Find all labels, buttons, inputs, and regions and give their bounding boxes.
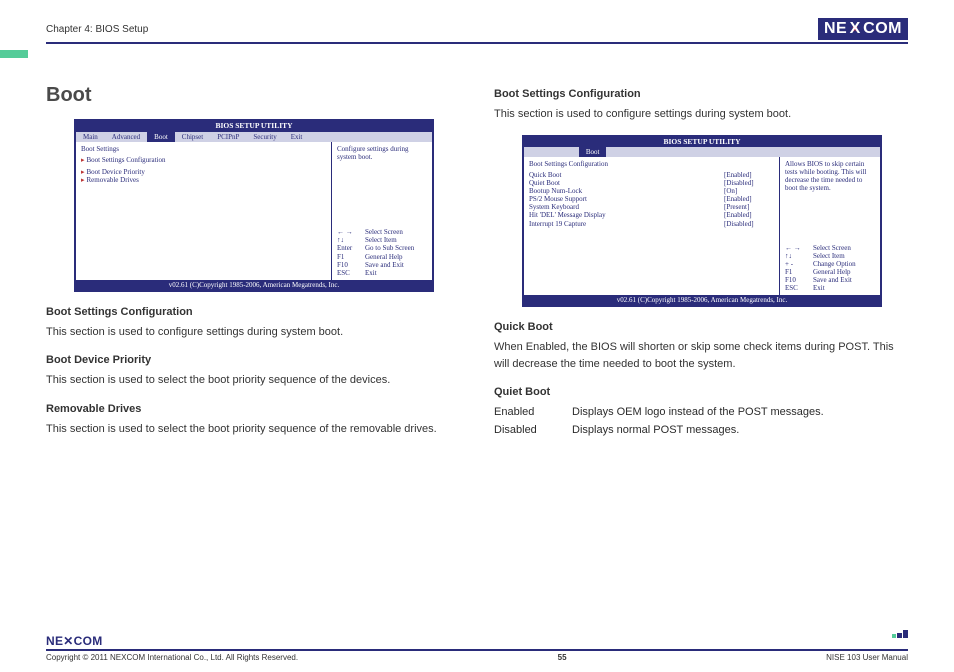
left-column: Boot BIOS SETUP UTILITY Main Advanced Bo… (46, 68, 460, 439)
bios-menu-item: ▸Boot Settings Configuration (81, 156, 326, 164)
bios-footer: v02.61 (C)Copyright 1985-2006, American … (524, 295, 880, 305)
bios-tab-bar: Main Adv Boot (524, 147, 880, 157)
right-column: Boot Settings Configuration This section… (494, 68, 908, 439)
section-heading: Quiet Boot (494, 386, 908, 398)
body-text: This section is used to select the boot … (46, 372, 460, 389)
section-heading: Boot Device Priority (46, 354, 460, 366)
page-footer: NE✕COM Copyright © 2011 NEXCOM Internati… (46, 634, 908, 662)
bios-tab: Advanced (105, 132, 147, 142)
triangle-icon: ▸ (81, 168, 85, 176)
body-text: When Enabled, the BIOS will shorten or s… (494, 339, 908, 372)
bios-title: BIOS SETUP UTILITY (524, 137, 880, 148)
section-tab-marker (0, 50, 28, 58)
bios-menu-item: ▸Removable Drives (81, 176, 326, 184)
section-heading: Boot Settings Configuration (46, 306, 460, 318)
bios-setting-row: Bootup Num-Lock[On] (529, 187, 774, 195)
page-title: Boot (46, 84, 460, 107)
bios-setting-row: Hit 'DEL' Message Display[Enabled] (529, 211, 774, 219)
bios-tab: Exit (284, 132, 310, 142)
bios-tab-bar: Main Advanced Boot Chipset PCIPnP Securi… (76, 132, 432, 142)
page-header: Chapter 4: BIOS Setup NEXCOM (46, 18, 908, 44)
bios-setting-row: System Keyboard[Present] (529, 203, 774, 211)
bios-section-heading: Boot Settings Configuration (529, 160, 774, 168)
bios-help-text: Allows BIOS to skip certain tests while … (780, 157, 880, 241)
triangle-icon: ▸ (81, 156, 85, 164)
body-text: This section is used to configure settin… (494, 106, 908, 123)
section-heading: Removable Drives (46, 403, 460, 415)
bios-key-legend: ← →Select Screen ↑↓Select Item EnterGo t… (332, 225, 432, 279)
bios-setting-row: PS/2 Mouse Support[Enabled] (529, 195, 774, 203)
section-heading: Boot Settings Configuration (494, 88, 908, 100)
bios-tab: Chipset (175, 132, 210, 142)
bios-screenshot-boot-menu: BIOS SETUP UTILITY Main Advanced Boot Ch… (74, 119, 434, 292)
bios-key-legend: ← →Select Screen ↑↓Select Item + -Change… (780, 241, 880, 295)
brand-logo: NEXCOM (818, 18, 908, 40)
definition-row: EnabledDisplays OEM logo instead of the … (494, 404, 908, 422)
bios-menu-item: ▸Boot Device Priority (81, 168, 326, 176)
bios-tab: Main (76, 132, 105, 142)
bios-title: BIOS SETUP UTILITY (76, 121, 432, 132)
body-text: This section is used to select the boot … (46, 421, 460, 438)
copyright-text: Copyright © 2011 NEXCOM International Co… (46, 653, 298, 662)
chapter-label: Chapter 4: BIOS Setup (46, 24, 148, 35)
footer-logo: NE✕COM (46, 634, 103, 648)
triangle-icon: ▸ (81, 176, 85, 184)
bios-main-panel: Boot Settings Configuration Quick Boot[E… (524, 157, 780, 295)
bios-setting-row: Quick Boot[Enabled] (529, 171, 774, 179)
bios-tab: PCIPnP (210, 132, 246, 142)
body-text: This section is used to configure settin… (46, 324, 460, 341)
bios-setting-row: Interrupt 19 Capture[Disabled] (529, 220, 774, 228)
definition-row: DisabledDisplays normal POST messages. (494, 422, 908, 440)
document-name: NISE 103 User Manual (826, 653, 908, 662)
bios-tab-selected: Boot (579, 147, 607, 157)
bios-screenshot-boot-settings: BIOS SETUP UTILITY Main Adv Boot Boot Se… (522, 135, 882, 308)
bios-footer: v02.61 (C)Copyright 1985-2006, American … (76, 280, 432, 290)
bios-tab-selected: Boot (147, 132, 175, 142)
bios-main-panel: Boot Settings ▸Boot Settings Configurati… (76, 142, 332, 280)
section-heading: Quick Boot (494, 321, 908, 333)
footer-decoration-icon (892, 630, 908, 638)
bios-setting-row: Quiet Boot[Disabled] (529, 179, 774, 187)
bios-tab: Security (246, 132, 283, 142)
bios-help-text: Configure settings during system boot. (332, 142, 432, 226)
bios-section-heading: Boot Settings (81, 145, 326, 153)
page-number: 55 (558, 653, 567, 662)
